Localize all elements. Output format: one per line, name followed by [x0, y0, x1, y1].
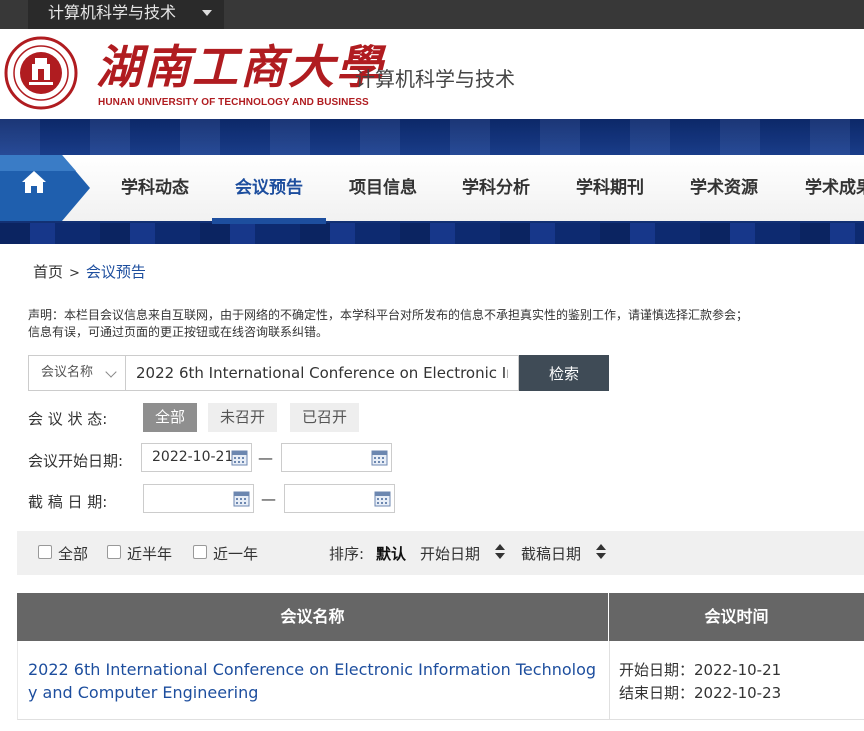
- status-held-button[interactable]: 已召开: [290, 403, 360, 432]
- search-field-select-label: 会议名称: [41, 365, 94, 380]
- conference-title-link[interactable]: 2022 6th International Conference on Ele…: [28, 658, 600, 704]
- start-date-label: 会议开始日期:: [28, 452, 124, 470]
- university-name-cn: 湖南工商大學: [96, 40, 384, 94]
- sort-deadline[interactable]: 截稿日期: [521, 543, 581, 564]
- notice-line-2: 信息有误，可通过页面的更正按钮或在线咨询联系纠错。: [28, 325, 329, 339]
- start-date-to-input[interactable]: [281, 443, 392, 472]
- top-bar: 计算机科学与技术: [0, 0, 864, 29]
- deadline-label: 截 稿 日 期:: [28, 493, 108, 511]
- column-header-name: 会议名称: [280, 607, 345, 626]
- date-range-dash: —: [261, 490, 276, 508]
- status-all-button[interactable]: 全部: [143, 403, 198, 432]
- header: 湖南工商大學 HUNAN UNIVERSITY OF TECHNOLOGY AN…: [0, 29, 864, 119]
- status-label: 会 议 状 态:: [28, 410, 108, 428]
- search-input[interactable]: [125, 355, 519, 391]
- conference-dates: 开始日期：2022-10-21 结束日期：2022-10-23: [619, 659, 781, 705]
- column-header-time: 会议时间: [704, 607, 769, 626]
- sort-default[interactable]: 默认: [376, 543, 406, 564]
- university-name-en: HUNAN UNIVERSITY OF TECHNOLOGY AND BUSIN…: [98, 97, 369, 108]
- conference-start-date: 开始日期：2022-10-21: [619, 661, 782, 679]
- breadcrumb-current[interactable]: 会议预告: [86, 263, 146, 281]
- column-divider: [609, 641, 610, 720]
- university-seal-icon: [4, 36, 78, 110]
- calendar-icon[interactable]: [233, 490, 250, 507]
- disclaimer-notice: 声明：本栏目会议信息来自互联网，由于网络的不确定性，本学科平台对所发布的信息不承…: [28, 307, 864, 341]
- checkbox-half-year-label: 近半年: [127, 545, 173, 563]
- nav-item-project-info[interactable]: 项目信息: [340, 155, 426, 221]
- site-select-label: 计算机科学与技术: [48, 3, 177, 22]
- table-header: 会议名称 会议时间: [17, 593, 864, 641]
- site-select[interactable]: 计算机科学与技术: [28, 0, 224, 29]
- deadline-from-input[interactable]: [143, 484, 254, 513]
- checkbox-half-year[interactable]: [107, 545, 121, 559]
- search-field-select[interactable]: 会议名称: [28, 355, 126, 391]
- checkbox-all[interactable]: [38, 545, 52, 559]
- table-row: 2022 6th International Conference on Ele…: [17, 641, 864, 720]
- checkbox-one-year[interactable]: [193, 545, 207, 559]
- sort-updown-icon[interactable]: [596, 542, 606, 562]
- checkbox-one-year-label: 近一年: [213, 545, 259, 563]
- calendar-icon[interactable]: [231, 449, 248, 466]
- deadline-to-input[interactable]: [284, 484, 395, 513]
- nav-item-journals[interactable]: 学科期刊: [567, 155, 653, 221]
- status-upcoming-button[interactable]: 未召开: [208, 403, 278, 432]
- nav-item-conference-preview[interactable]: 会议预告: [212, 155, 326, 224]
- chevron-down-icon: [105, 366, 117, 378]
- conference-end-date: 结束日期：2022-10-23: [619, 684, 782, 702]
- nav-item-discipline-news[interactable]: 学科动态: [112, 155, 198, 221]
- sort-label: 排序:: [329, 545, 365, 563]
- nav-item-academic-resources[interactable]: 学术资源: [681, 155, 767, 221]
- start-date-from-input[interactable]: 2022-10-21: [141, 443, 252, 472]
- breadcrumb-home[interactable]: 首页: [33, 263, 63, 281]
- notice-line-1: 声明：本栏目会议信息来自互联网，由于网络的不确定性，本学科平台对所发布的信息不承…: [28, 308, 749, 322]
- home-button[interactable]: [0, 155, 92, 221]
- sort-updown-icon[interactable]: [495, 542, 505, 562]
- calendar-icon[interactable]: [371, 449, 388, 466]
- nav-item-academic-results[interactable]: 学术成果: [795, 155, 864, 221]
- site-name: 计算机科学与技术: [355, 67, 515, 91]
- sort-start-date[interactable]: 开始日期: [420, 543, 480, 564]
- start-date-from-value: 2022-10-21: [152, 449, 234, 465]
- caret-down-icon: [202, 10, 212, 16]
- date-range-dash: —: [258, 449, 273, 467]
- banner-texture: [0, 119, 864, 155]
- filter-sort-bar: 全部 近半年 近一年 排序: 默认 开始日期 截稿日期: [17, 531, 864, 575]
- calendar-icon[interactable]: [374, 490, 391, 507]
- checkbox-all-label: 全部: [58, 545, 89, 563]
- nav-item-discipline-analysis[interactable]: 学科分析: [453, 155, 539, 221]
- banner-texture-lower: [0, 223, 864, 244]
- breadcrumb: 首页 > 会议预告: [33, 261, 146, 282]
- search-button[interactable]: 检索: [519, 355, 609, 391]
- breadcrumb-separator: >: [69, 266, 80, 281]
